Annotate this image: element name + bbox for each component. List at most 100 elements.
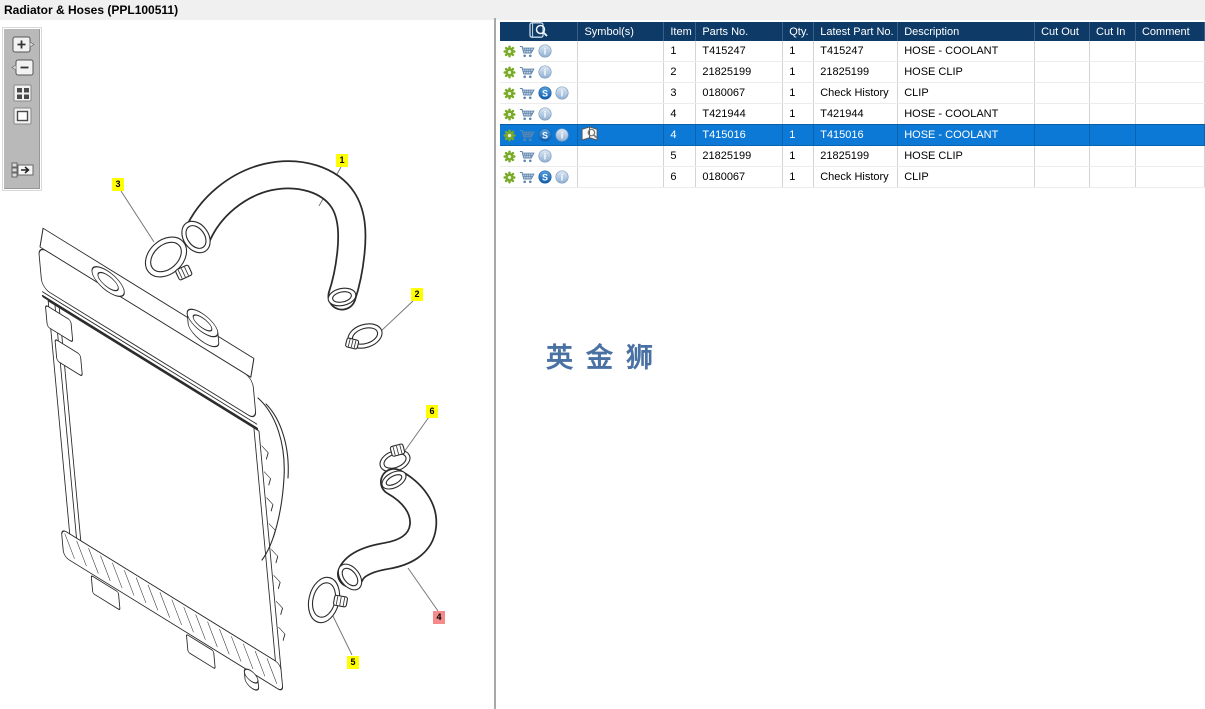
fit-to-window-button[interactable] (11, 107, 35, 125)
settings-icon[interactable] (503, 171, 516, 184)
settings-icon[interactable] (503, 129, 516, 142)
cut-out-cell (1034, 124, 1091, 146)
settings-icon[interactable] (503, 108, 516, 121)
parts-no-cell: T415247 (695, 41, 784, 62)
zoom-in-icon (12, 36, 35, 53)
settings-icon[interactable] (503, 66, 516, 79)
callout-4-selected[interactable]: 4 (433, 611, 445, 624)
callout-3[interactable]: 3 (112, 178, 124, 191)
table-row[interactable]: 3 0180067 1 Check History CLIP (500, 82, 1205, 104)
add-to-cart-icon[interactable] (519, 129, 535, 142)
parts-no-cell: T421944 (695, 103, 784, 125)
symbols-cell (577, 61, 665, 83)
substitute-icon[interactable] (538, 86, 552, 100)
description-cell: HOSE CLIP (897, 145, 1036, 167)
comment-cell (1135, 61, 1205, 83)
description-cell: HOSE - COOLANT (897, 41, 1036, 62)
qty-cell: 1 (782, 82, 815, 104)
column-header-qty: Qty. (782, 22, 815, 41)
illustration-symbol-icon[interactable] (581, 126, 600, 141)
settings-icon[interactable] (503, 150, 516, 163)
item-cell: 4 (663, 124, 697, 146)
fit-to-window-icon (13, 107, 32, 125)
qty-cell: 1 (782, 41, 815, 62)
settings-icon[interactable] (503, 45, 516, 58)
info-icon[interactable] (538, 65, 552, 79)
qty-cell: 1 (782, 61, 815, 83)
table-row[interactable]: 6 0180067 1 Check History CLIP (500, 166, 1205, 188)
zoom-out-icon (11, 59, 34, 76)
callout-6[interactable]: 6 (426, 405, 438, 418)
radiator-part[interactable] (32, 208, 293, 709)
cut-in-cell (1089, 166, 1136, 188)
table-row[interactable]: 2 21825199 1 21825199 HOSE CLIP (500, 61, 1205, 83)
item-cell: 3 (663, 82, 697, 104)
check-history-link[interactable]: Check History (820, 171, 888, 183)
description-cell: HOSE - COOLANT (897, 124, 1036, 146)
tile-view-button[interactable] (11, 84, 35, 102)
add-to-cart-icon[interactable] (519, 108, 535, 121)
info-icon[interactable] (555, 170, 569, 184)
settings-icon[interactable] (503, 87, 516, 100)
comment-cell (1135, 124, 1205, 146)
cut-out-cell (1034, 103, 1091, 125)
comment-cell (1135, 82, 1205, 104)
cut-out-cell (1034, 61, 1091, 83)
tile-view-icon (13, 84, 32, 102)
column-header-cut-out: Cut Out (1034, 22, 1091, 41)
cut-in-cell (1089, 41, 1136, 62)
item-cell: 1 (663, 41, 697, 62)
parts-no-cell: 21825199 (695, 61, 784, 83)
callout-2[interactable]: 2 (411, 288, 423, 301)
item-cell: 6 (663, 166, 697, 188)
parts-diagram[interactable] (0, 0, 494, 709)
hose-bottom-part[interactable] (334, 467, 438, 594)
toggle-panel-button[interactable] (11, 161, 35, 179)
add-to-cart-icon[interactable] (519, 45, 535, 58)
symbols-cell (577, 145, 665, 167)
add-to-cart-icon[interactable] (519, 66, 535, 79)
comment-cell (1135, 145, 1205, 167)
substitute-icon[interactable] (538, 170, 552, 184)
add-to-cart-icon[interactable] (519, 150, 535, 163)
callout-1[interactable]: 1 (336, 154, 348, 167)
info-icon[interactable] (555, 86, 569, 100)
callout-5[interactable]: 5 (347, 656, 359, 669)
diagram-toolbar (3, 28, 41, 190)
check-history-link[interactable]: Check History (820, 87, 888, 99)
add-to-cart-icon[interactable] (519, 171, 535, 184)
zoom-out-button[interactable] (11, 59, 35, 77)
symbols-cell (577, 41, 665, 62)
hose-top-part[interactable] (176, 160, 367, 311)
symbols-cell (577, 103, 665, 125)
comment-cell (1135, 41, 1205, 62)
page-title: Radiator & Hoses (PPL100511) (4, 3, 179, 17)
info-icon[interactable] (538, 44, 552, 58)
table-row[interactable]: 5 21825199 1 21825199 HOSE CLIP (500, 145, 1205, 167)
cut-out-cell (1034, 41, 1091, 62)
latest-part-no-cell: 21825199 (813, 61, 899, 83)
column-header-description: Description (897, 22, 1036, 41)
item-cell: 2 (663, 61, 697, 83)
parts-no-cell: T415016 (695, 124, 784, 146)
pane-divider[interactable] (494, 18, 496, 709)
parts-no-cell: 0180067 (695, 82, 784, 104)
qty-cell: 1 (782, 103, 815, 125)
cut-out-cell (1034, 82, 1091, 104)
info-icon[interactable] (555, 128, 569, 142)
clamp-2-part[interactable] (345, 320, 385, 353)
latest-part-no-cell: T421944 (813, 103, 899, 125)
info-icon[interactable] (538, 149, 552, 163)
add-to-cart-icon[interactable] (519, 87, 535, 100)
zoom-in-button[interactable] (11, 36, 35, 54)
qty-cell: 1 (782, 166, 815, 188)
substitute-icon[interactable] (538, 128, 552, 142)
table-row-selected[interactable]: 4 T415016 1 T415016 HOSE - COOLANT (500, 124, 1205, 146)
table-row[interactable]: 4 T421944 1 T421944 HOSE - COOLANT (500, 103, 1205, 125)
table-row[interactable]: 1 T415247 1 T415247 HOSE - COOLANT (500, 41, 1205, 62)
column-header-parts-no: Parts No. (695, 22, 784, 41)
title-bar: Radiator & Hoses (PPL100511) (0, 0, 1205, 20)
symbols-cell (577, 166, 665, 188)
parts-no-cell: 21825199 (695, 145, 784, 167)
info-icon[interactable] (538, 107, 552, 121)
